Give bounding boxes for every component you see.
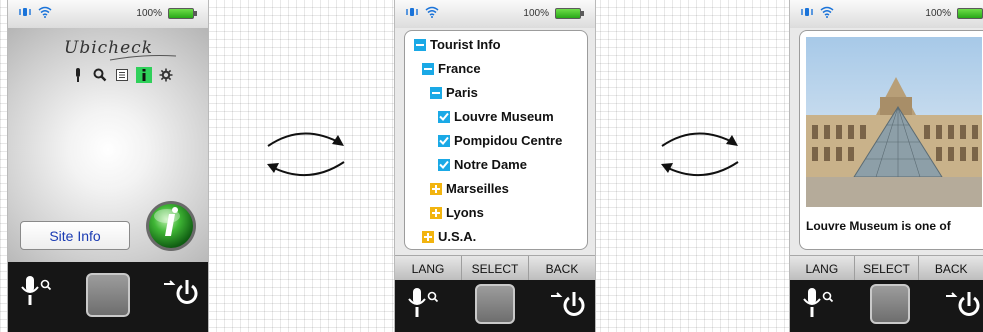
vibrate-icon	[19, 8, 31, 16]
voice-search-icon[interactable]	[802, 286, 838, 320]
tree-node-usa[interactable]: U.S.A.	[422, 229, 476, 244]
hardware-bar	[790, 280, 983, 332]
power-icon[interactable]	[944, 286, 980, 320]
tool-row	[70, 67, 174, 83]
tree-node-pompidou[interactable]: Pompidou Centre	[438, 133, 562, 148]
collapse-icon[interactable]	[422, 62, 434, 75]
expand-icon[interactable]	[430, 182, 442, 195]
tool-search[interactable]	[92, 67, 108, 83]
mic-icon	[76, 68, 80, 82]
hardware-bar	[395, 280, 595, 332]
power-icon[interactable]	[549, 286, 585, 320]
voice-search-icon[interactable]	[407, 286, 443, 320]
checkbox-checked-icon[interactable]	[438, 110, 450, 123]
voice-search-icon[interactable]	[20, 274, 56, 308]
status-bar: 100%	[790, 0, 983, 28]
document-icon	[116, 69, 128, 81]
battery-percent: 100%	[925, 8, 951, 19]
wifi-icon	[38, 6, 52, 18]
hardware-bar	[8, 262, 208, 332]
logo-swoosh-icon	[109, 55, 177, 61]
detail-caption: Louvre Museum is one of	[806, 219, 951, 233]
tree-node-paris[interactable]: Paris	[430, 85, 478, 100]
search-icon	[93, 68, 107, 82]
power-icon[interactable]	[162, 274, 198, 308]
softkey-bar: LANG SELECT BACK	[395, 255, 595, 281]
softkey-lang[interactable]: LANG	[395, 256, 462, 281]
softkey-back[interactable]: BACK	[529, 256, 595, 281]
tree-view: Tourist Info France Paris Louvre Museum …	[404, 30, 588, 250]
tool-info[interactable]	[136, 67, 152, 83]
tree-screen: 100% Tourist Info France Paris Louvre Mu…	[395, 0, 595, 332]
swap-arrows-icon	[267, 132, 345, 176]
home-key[interactable]	[86, 273, 130, 317]
tree-node-lyons[interactable]: Lyons	[430, 205, 484, 220]
tool-mic[interactable]	[70, 67, 86, 83]
status-bar: 100%	[8, 0, 208, 28]
detail-panel: Louvre Museum is one of	[799, 30, 983, 250]
home-key[interactable]	[475, 284, 515, 324]
softkey-lang[interactable]: LANG	[790, 256, 855, 281]
checkbox-checked-icon[interactable]	[438, 158, 450, 171]
vibrate-icon	[801, 8, 813, 16]
site-info-button[interactable]: Site Info	[20, 221, 130, 250]
gear-icon	[159, 68, 173, 82]
battery-icon	[957, 8, 983, 19]
home-key[interactable]	[870, 284, 910, 324]
softkey-select[interactable]: SELECT	[462, 256, 529, 281]
battery-icon	[555, 8, 584, 19]
expand-icon[interactable]	[422, 230, 434, 243]
collapse-icon[interactable]	[414, 38, 426, 51]
home-body: Ubicheck Site Info	[8, 28, 208, 262]
tool-settings[interactable]	[158, 67, 174, 83]
battery-percent: 100%	[136, 8, 162, 19]
tree-node-france[interactable]: France	[422, 61, 481, 76]
softkey-select[interactable]: SELECT	[855, 256, 920, 281]
swap-arrows-icon	[661, 132, 739, 176]
status-bar: 100%	[395, 0, 595, 28]
detail-screen: 100% Louvre Museum is one of LANG SELECT…	[790, 0, 983, 332]
tree-node-louvre[interactable]: Louvre Museum	[438, 109, 554, 124]
battery-icon	[168, 8, 197, 19]
softkey-bar: LANG SELECT BACK	[790, 255, 983, 281]
softkey-back[interactable]: BACK	[919, 256, 983, 281]
info-icon	[142, 69, 146, 81]
expand-icon[interactable]	[430, 206, 442, 219]
tree-node-marseilles[interactable]: Marseilles	[430, 181, 509, 196]
info-orb-button[interactable]	[145, 200, 197, 252]
vibrate-icon	[406, 8, 418, 16]
wifi-icon	[425, 6, 439, 18]
battery-percent: 100%	[523, 8, 549, 19]
wifi-icon	[820, 6, 834, 18]
tool-document[interactable]	[114, 67, 130, 83]
louvre-photo-image	[806, 37, 982, 207]
tree-node-tourist-info[interactable]: Tourist Info	[414, 37, 501, 52]
home-screen: 100% Ubicheck Site Info	[8, 0, 208, 332]
checkbox-checked-icon[interactable]	[438, 134, 450, 147]
tree-node-notre-dame[interactable]: Notre Dame	[438, 157, 527, 172]
collapse-icon[interactable]	[430, 86, 442, 99]
